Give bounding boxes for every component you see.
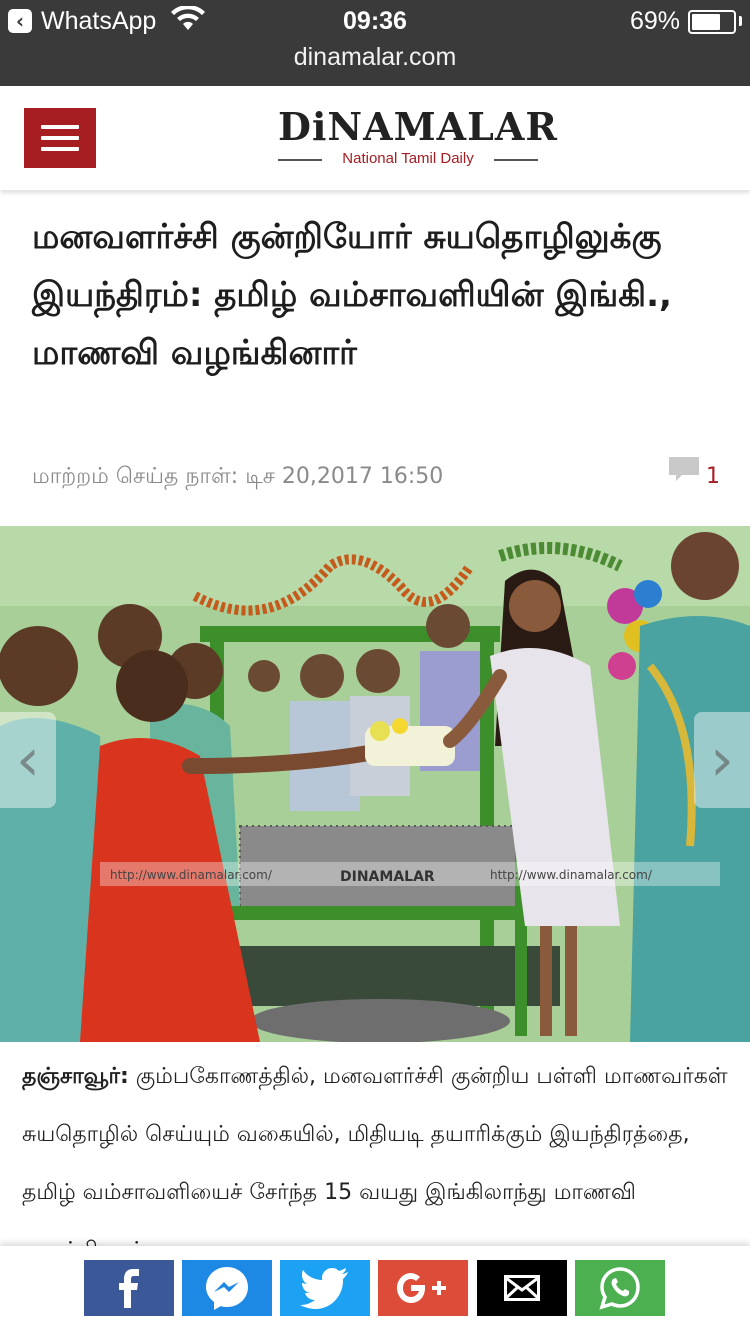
share-mail-button[interactable] [477, 1260, 567, 1316]
messenger-icon [206, 1267, 248, 1310]
menu-bar-icon [41, 125, 79, 129]
share-bar [0, 1246, 750, 1334]
hamburger-menu-button[interactable] [24, 108, 96, 168]
gallery-prev-button[interactable]: ‹ [0, 712, 56, 808]
battery-percent: 69% [629, 7, 680, 35]
share-twitter-button[interactable] [280, 1260, 370, 1316]
twitter-icon [300, 1268, 348, 1309]
article-body-text: கும்பகோணத்தில், மனவளர்ச்சி குன்றிய பள்ளி… [22, 1064, 728, 1263]
site-logo[interactable]: DiNAMALAR National Tamil Daily [278, 104, 558, 174]
status-bar: ‹ WhatsApp 09:36 69% dinamalar.com [0, 0, 750, 86]
share-facebook-button[interactable] [84, 1260, 174, 1316]
comment-icon[interactable] [668, 456, 700, 482]
dateline-place: தஞ்சாவூர்: [22, 1064, 129, 1089]
menu-bar-icon [41, 147, 79, 151]
article-photo[interactable]: http://www.dinamalar.com/ DINAMALAR http… [0, 526, 750, 1042]
logo-subtitle: National Tamil Daily [342, 150, 474, 167]
menu-bar-icon [41, 136, 79, 140]
battery-tip [739, 16, 742, 26]
logo-title: DiNAMALAR [278, 104, 558, 149]
battery-icon [688, 10, 736, 34]
url-bar[interactable]: dinamalar.com [0, 40, 750, 74]
site-header: DiNAMALAR National Tamil Daily [0, 86, 750, 190]
share-whatsapp-button[interactable] [575, 1260, 665, 1316]
whatsapp-icon [599, 1267, 640, 1310]
google-plus-icon [397, 1273, 446, 1303]
article-headline: மனவளர்ச்சி குன்றியோர் சுயதொழிலுக்கு இயந்… [32, 217, 672, 373]
share-google-plus-button[interactable] [378, 1260, 468, 1316]
updated-date: மாற்றம் செய்த நாள்: டிச 20,2017 16:50 [32, 464, 444, 489]
mail-icon [504, 1275, 540, 1301]
photo-watermark-left: http://www.dinamalar.com/ [110, 868, 273, 882]
gallery-next-button[interactable]: › [694, 712, 750, 808]
share-messenger-button[interactable] [182, 1260, 272, 1316]
comment-count[interactable]: 1 [706, 462, 720, 492]
facebook-icon [119, 1269, 139, 1308]
photo-watermark-right: http://www.dinamalar.com/ [490, 868, 653, 882]
photo-watermark-center: DINAMALAR [340, 869, 435, 885]
